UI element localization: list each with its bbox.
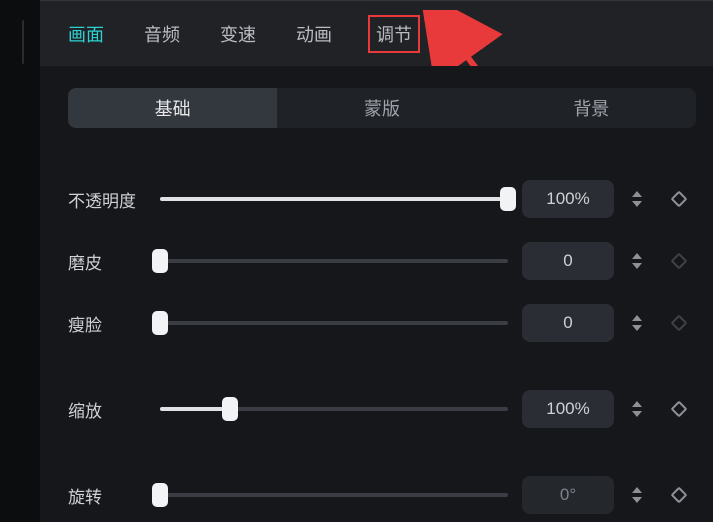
label-smooth: 磨皮 — [68, 249, 146, 274]
controls: 不透明度 100% 磨皮 0 瘦脸 — [68, 128, 695, 522]
keyframe-smooth[interactable] — [668, 250, 690, 272]
left-gutter — [0, 0, 40, 522]
label-scale: 缩放 — [68, 397, 146, 422]
row-rotation: 旋转 0° — [68, 464, 695, 522]
row-smooth: 磨皮 0 — [68, 230, 695, 292]
diamond-icon — [671, 401, 688, 418]
value-slim-face[interactable]: 0 — [522, 304, 614, 342]
sub-tab-bar: 基础 蒙版 背景 — [68, 88, 696, 128]
row-scale: 缩放 100% — [68, 378, 695, 440]
value-rotation[interactable]: 0° — [522, 476, 614, 514]
label-slim-face: 瘦脸 — [68, 311, 146, 336]
label-opacity: 不透明度 — [68, 187, 146, 212]
sub-tab-background[interactable]: 背景 — [487, 88, 696, 128]
panel: 基础 蒙版 背景 不透明度 100% 磨皮 0 — [40, 66, 713, 522]
slider-slim-face[interactable] — [160, 310, 508, 336]
tab-audio[interactable]: 音频 — [144, 21, 180, 47]
stepper-scale[interactable] — [628, 391, 646, 427]
value-smooth[interactable]: 0 — [522, 242, 614, 280]
diamond-icon — [671, 253, 688, 270]
value-scale[interactable]: 100% — [522, 390, 614, 428]
tab-picture[interactable]: 画面 — [68, 21, 104, 47]
row-slim-face: 瘦脸 0 — [68, 292, 695, 354]
diamond-icon — [671, 487, 688, 504]
keyframe-rotation[interactable] — [668, 484, 690, 506]
label-rotation: 旋转 — [68, 483, 146, 508]
stepper-smooth[interactable] — [628, 243, 646, 279]
slider-smooth[interactable] — [160, 248, 508, 274]
row-opacity: 不透明度 100% — [68, 168, 695, 230]
tab-animation[interactable]: 动画 — [296, 21, 332, 47]
diamond-icon — [671, 315, 688, 332]
stepper-rotation[interactable] — [628, 477, 646, 513]
keyframe-scale[interactable] — [668, 398, 690, 420]
stepper-slim-face[interactable] — [628, 305, 646, 341]
slider-scale[interactable] — [160, 396, 508, 422]
value-opacity[interactable]: 100% — [522, 180, 614, 218]
keyframe-slim-face[interactable] — [668, 312, 690, 334]
sub-tab-basic[interactable]: 基础 — [68, 88, 277, 128]
slider-opacity[interactable] — [160, 186, 508, 212]
slider-rotation[interactable] — [160, 482, 508, 508]
tab-adjust[interactable]: 调节 — [372, 19, 416, 49]
stepper-opacity[interactable] — [628, 181, 646, 217]
sub-tab-mask[interactable]: 蒙版 — [277, 88, 486, 128]
tab-speed[interactable]: 变速 — [220, 21, 256, 47]
diamond-icon — [671, 191, 688, 208]
top-tab-bar: 画面 音频 变速 动画 调节 — [40, 0, 713, 66]
keyframe-opacity[interactable] — [668, 188, 690, 210]
